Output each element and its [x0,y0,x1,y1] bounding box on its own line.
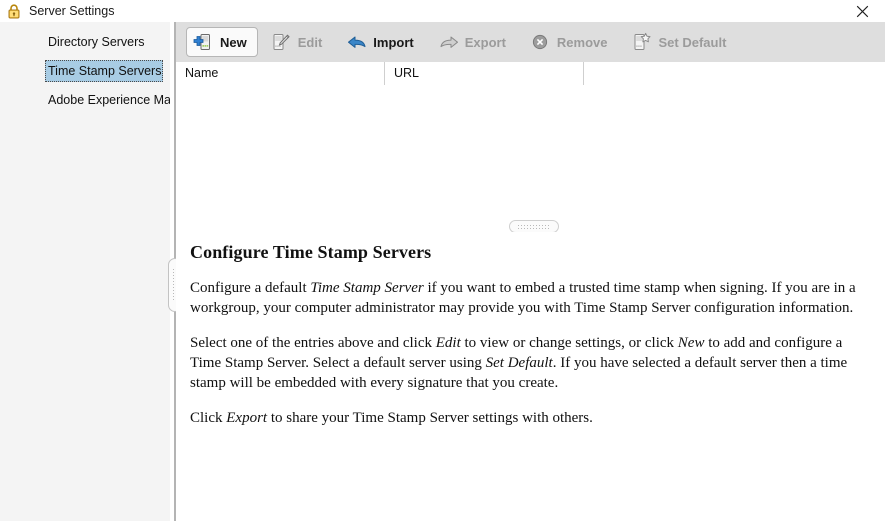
list-column-header: Name URL [176,62,885,86]
new-server-icon [193,32,213,52]
set-default-button[interactable]: Set Default [625,27,744,57]
new-button[interactable]: New [186,27,258,57]
sidebar-item-adobe-experience-manager[interactable]: Adobe Experience Manag [0,89,170,111]
help-paragraph-1: Configure a default Time Stamp Server if… [190,278,875,318]
help-emphasis: Time Stamp Server [310,280,424,296]
remove-circle-x-icon [530,32,550,52]
new-button-label: New [220,34,247,50]
server-list[interactable] [176,85,885,201]
help-emphasis: Set Default [485,355,553,371]
edit-pencil-icon [271,32,291,52]
remove-button[interactable]: Remove [523,27,619,57]
help-paragraph-2: Select one of the entries above and clic… [190,333,875,393]
help-text: to view or change settings, or click [460,335,678,351]
help-text: Configure a default [190,280,311,296]
set-default-star-icon [632,32,652,52]
help-paragraph-3: Click Export to share your Time Stamp Se… [190,408,875,428]
lock-icon [6,3,22,19]
edit-button-label: Edit [297,34,323,50]
window-title: Server Settings [29,4,115,18]
column-header-label: Name [185,66,219,80]
remove-button-label: Remove [556,34,608,50]
title-bar: Server Settings [0,0,885,22]
grip-dots-icon [517,224,551,229]
content-pane: New Edit Import Export Remove Set Defaul… [176,22,885,521]
help-pane: Configure Time Stamp Servers Configure a… [176,232,885,521]
help-text: Select one of the entries above and clic… [190,335,436,351]
sidebar-item-directory-servers[interactable]: Directory Servers [0,31,170,53]
sidebar: Directory Servers Time Stamp Servers Ado… [0,22,170,521]
sidebar-item-label: Directory Servers [48,35,145,49]
edit-button[interactable]: Edit [264,27,334,57]
export-button[interactable]: Export [431,27,517,57]
toolbar: New Edit Import Export Remove Set Defaul… [176,22,885,62]
column-header-label: URL [394,66,420,80]
export-button-label: Export [464,34,506,50]
help-emphasis: Edit [435,335,461,351]
help-emphasis: New [677,335,705,351]
sidebar-item-label: Time Stamp Servers [48,64,162,78]
column-separator[interactable] [583,62,584,85]
sidebar-item-label: Adobe Experience Manag [48,93,170,107]
help-emphasis: Export [226,410,268,426]
close-icon[interactable] [840,0,885,22]
import-button[interactable]: Import [339,27,424,57]
set-default-button-label: Set Default [658,34,727,50]
import-button-label: Import [373,34,414,50]
column-header-url[interactable]: URL [385,62,583,85]
help-title: Configure Time Stamp Servers [190,242,432,262]
column-header-name[interactable]: Name [176,62,384,85]
sidebar-list: Directory Servers Time Stamp Servers Ado… [0,22,170,111]
export-arrow-icon [438,32,458,52]
import-arrow-icon [346,32,366,52]
sidebar-item-time-stamp-servers[interactable]: Time Stamp Servers [45,60,163,82]
help-text: to share your Time Stamp Server settings… [267,410,593,426]
help-text: Click [190,410,227,426]
